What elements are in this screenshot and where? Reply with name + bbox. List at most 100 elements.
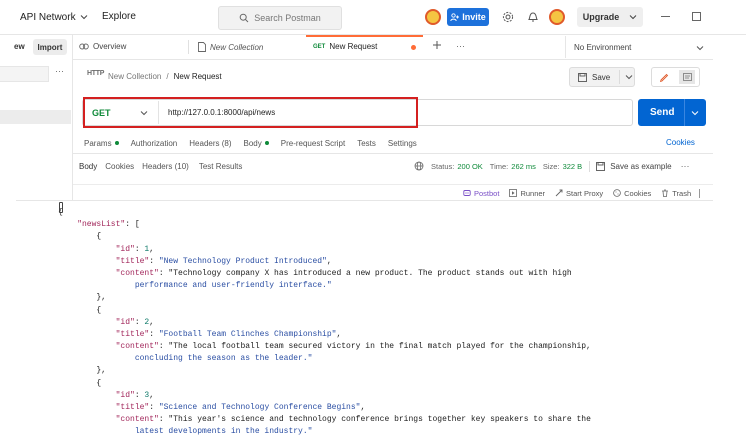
response-tabs: Body Cookies Headers (10) Test Results	[79, 160, 242, 172]
tab-new-collection[interactable]: New Collection	[198, 42, 263, 52]
json-line: concluding the season as the leader."	[58, 354, 313, 364]
cookies-link[interactable]: Cookies	[666, 138, 695, 147]
chevron-down-icon[interactable]	[696, 44, 704, 52]
json-line: "title": "New Technology Product Introdu…	[115, 256, 332, 266]
json-response: { "newsList": [ { "id": 1, "title": "New…	[58, 208, 591, 440]
send-divider	[684, 99, 686, 126]
json-line: "id": 2,	[115, 317, 155, 327]
breadcrumb-collection[interactable]: New Collection	[108, 72, 161, 81]
trash-icon	[661, 189, 669, 197]
runner-button[interactable]: Runner	[509, 189, 545, 198]
breadcrumb-request[interactable]: New Request	[174, 72, 222, 81]
workspace-menu[interactable]: API Network	[20, 10, 88, 24]
params-dot-icon	[114, 141, 119, 145]
globe-icon[interactable]	[414, 161, 424, 171]
env-divider	[565, 36, 566, 58]
json-line: {	[58, 208, 63, 217]
cookies-status-label: Cookies	[624, 188, 652, 198]
edit-pencil-icon[interactable]	[659, 72, 669, 82]
settings-icon[interactable]	[502, 11, 514, 23]
tab-body-label: Body	[243, 138, 262, 148]
json-line: "content": "The local football team secu…	[115, 342, 591, 352]
tab-new-collection-label: New Collection	[210, 42, 264, 52]
start-proxy-label: Start Proxy	[566, 188, 604, 198]
postbot-button[interactable]: Postbot	[463, 189, 499, 198]
status-value: 200 OK	[457, 161, 483, 171]
json-line: },	[58, 293, 107, 303]
tabs-more-icon[interactable]: ···	[456, 41, 465, 51]
json-line: "id": 3,	[115, 390, 155, 400]
save-button[interactable]: Save	[569, 67, 635, 87]
chevron-down-icon[interactable]	[691, 109, 699, 117]
import-button[interactable]: Import	[33, 39, 67, 55]
invite-button[interactable]: Invite	[447, 8, 489, 26]
bell-icon[interactable]	[527, 10, 539, 23]
json-line: "title": "Football Team Clinches Champio…	[115, 329, 342, 339]
json-line: performance and user-friendly interface.…	[58, 281, 332, 291]
json-line: "id": 1,	[115, 244, 155, 254]
docs-panel-icon[interactable]	[679, 70, 695, 84]
json-line: "content": "This year's science and tech…	[115, 415, 591, 425]
tab-divider	[188, 40, 189, 54]
new-button[interactable]: ew	[14, 42, 25, 51]
response-tab-cookies[interactable]: Cookies	[105, 162, 134, 171]
breadcrumb: New Collection / New Request	[108, 72, 222, 81]
search-box[interactable]: Search Postman	[218, 6, 342, 30]
tab-params[interactable]: Params	[84, 139, 119, 148]
tab-settings[interactable]: Settings	[388, 139, 417, 148]
tab-new-request-label: New Request	[329, 42, 378, 51]
postbot-icon	[463, 189, 471, 197]
trash-label: Trash	[672, 188, 692, 198]
import-label: Import	[37, 42, 63, 52]
response-meta: Status: 200 OK Time: 262 ms Size: 322 B …	[414, 160, 690, 172]
overview-icon	[79, 42, 89, 51]
json-line: "newsList": [	[77, 220, 140, 230]
tab-authorization[interactable]: Authorization	[131, 139, 178, 148]
json-line: {	[58, 305, 102, 315]
save-as-example-link[interactable]: Save as example	[610, 162, 671, 171]
selected-sidebar-item[interactable]	[0, 110, 71, 124]
maximize-icon[interactable]	[692, 12, 701, 21]
chevron-down-icon[interactable]	[625, 73, 633, 81]
more-options-icon[interactable]: ···	[55, 66, 64, 76]
tab-new-request[interactable]: GET New Request	[313, 42, 377, 51]
avatar[interactable]	[425, 9, 441, 25]
tab-body[interactable]: Body	[244, 139, 269, 148]
upgrade-label: Upgrade	[582, 12, 620, 22]
document-icon	[198, 42, 206, 52]
workspace-label: API Network	[20, 11, 76, 23]
size-value: 322 B	[562, 161, 583, 171]
tab-method-badge: GET	[313, 43, 326, 50]
cookies-button[interactable]: Cookies	[613, 189, 651, 198]
request-tabs: Params Authorization Headers (8) Body Pr…	[84, 137, 417, 149]
save-example-icon	[596, 161, 606, 171]
json-line: latest developments in the industry."	[58, 427, 313, 437]
invite-label: Invite	[462, 12, 486, 22]
json-line: },	[58, 366, 107, 376]
response-tab-test-results[interactable]: Test Results	[199, 162, 243, 171]
response-tab-headers[interactable]: Headers (10)	[142, 162, 189, 171]
chevron-down-icon	[80, 13, 88, 21]
tab-tests[interactable]: Tests	[357, 139, 376, 148]
environment-select[interactable]: No Environment	[574, 43, 631, 52]
cookie-icon	[613, 189, 621, 197]
size-label: Size:	[542, 161, 560, 171]
explore-link[interactable]: Explore	[102, 11, 136, 22]
tab-overview[interactable]: Overview	[79, 42, 126, 51]
profile-avatar[interactable]	[549, 9, 565, 25]
new-tab-plus-icon[interactable]	[432, 40, 442, 50]
search-icon	[239, 13, 249, 23]
start-proxy-button[interactable]: Start Proxy	[555, 189, 603, 198]
url-highlight-box	[83, 97, 418, 128]
upgrade-button[interactable]: Upgrade	[577, 7, 643, 27]
json-line: {	[58, 378, 102, 388]
send-button[interactable]: Send	[638, 99, 706, 126]
response-more-icon[interactable]: ···	[681, 161, 690, 171]
tab-pre-request-script[interactable]: Pre-request Script	[281, 139, 345, 148]
minimize-icon[interactable]	[661, 16, 670, 17]
filter-input[interactable]	[0, 66, 49, 82]
trash-button[interactable]: Trash	[661, 189, 691, 198]
status-label: Status:	[431, 161, 455, 171]
tab-headers[interactable]: Headers (8)	[189, 139, 231, 148]
response-tab-body[interactable]: Body	[79, 162, 97, 171]
